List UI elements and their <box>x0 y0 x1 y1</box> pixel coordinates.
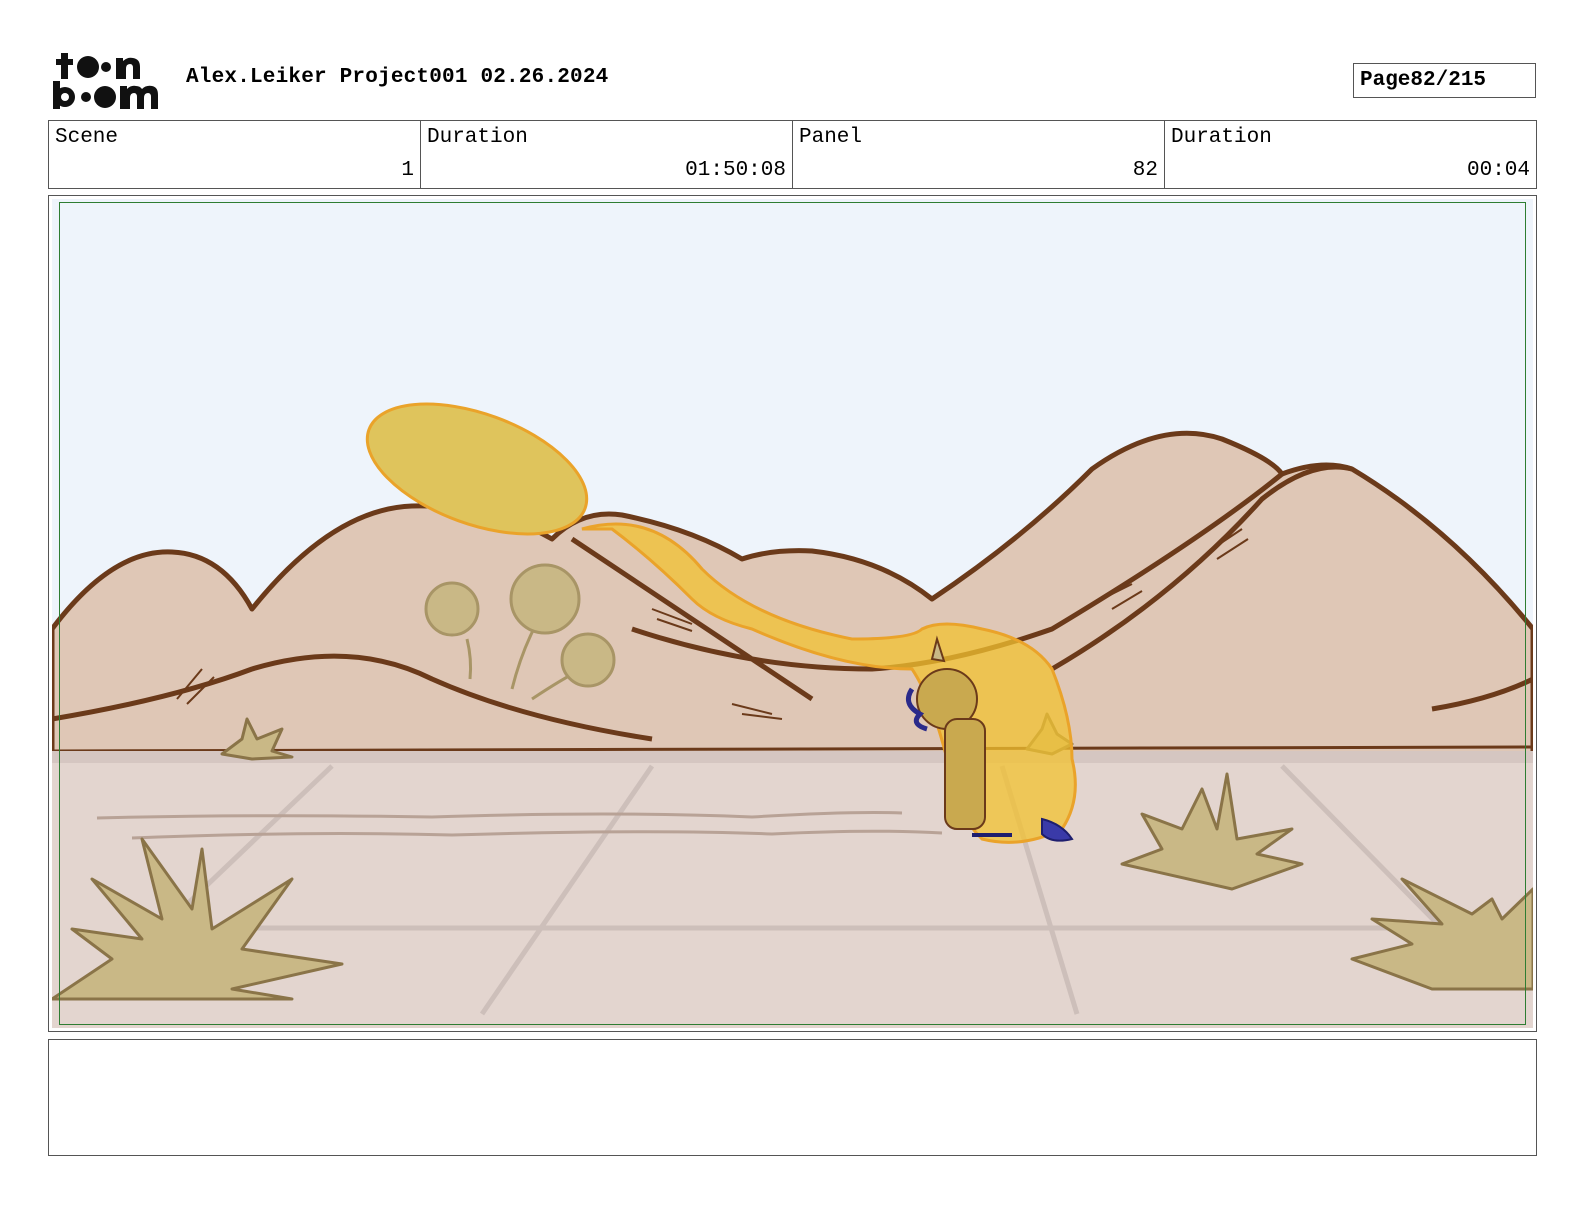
panel-duration-label: Duration <box>1171 126 1272 149</box>
toonboom-logo <box>50 50 165 112</box>
scene-duration-value: 01:50:08 <box>685 159 786 182</box>
panel-cell: Panel 82 <box>793 121 1165 188</box>
page-number: 82/215 <box>1410 69 1487 92</box>
panel-notes[interactable] <box>48 1039 1537 1156</box>
panel-value: 82 <box>1132 159 1158 182</box>
page-indicator: Page 82/215 <box>1353 63 1536 98</box>
scene-value: 1 <box>401 159 414 182</box>
project-title: Alex.Leiker Project001 02.26.2024 <box>186 66 609 89</box>
scene-cell: Scene 1 <box>49 121 421 188</box>
panel-label: Panel <box>799 126 863 149</box>
scene-duration-label: Duration <box>427 126 528 149</box>
panel-artwork <box>52 199 1533 1028</box>
panel-info-table: Scene 1 Duration 01:50:08 Panel 82 Durat… <box>48 120 1537 189</box>
panel-duration-cell: Duration 00:04 <box>1165 121 1536 188</box>
scene-label: Scene <box>55 126 119 149</box>
scene-duration-cell: Duration 01:50:08 <box>421 121 793 188</box>
panel-duration-value: 00:04 <box>1466 159 1530 182</box>
page-label: Page <box>1360 69 1411 92</box>
